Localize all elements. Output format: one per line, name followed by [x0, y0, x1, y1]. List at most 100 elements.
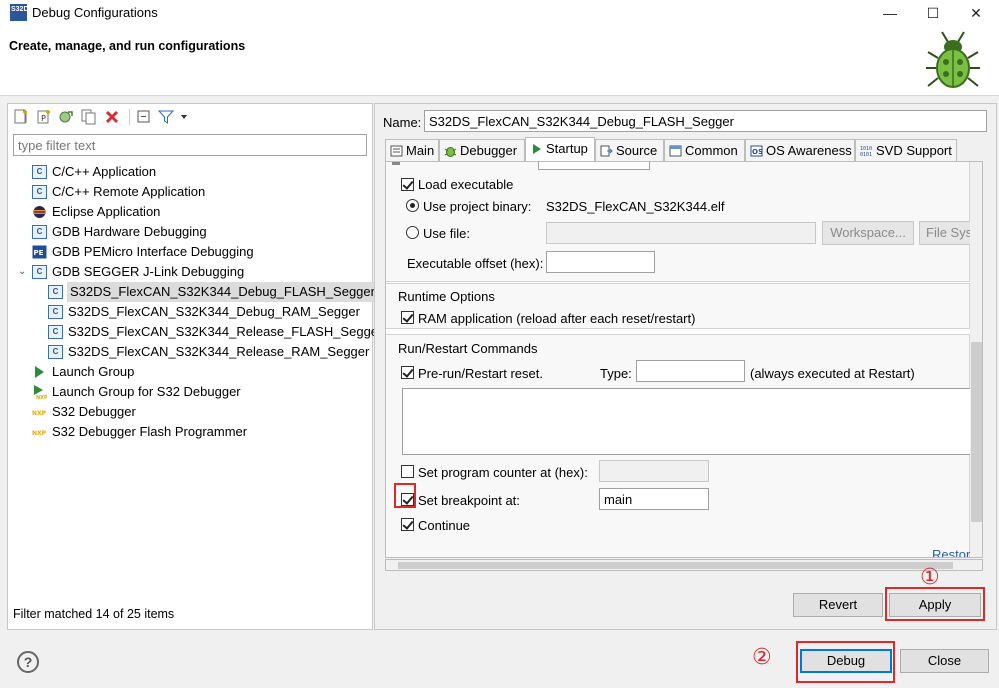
configuration-editor-pane: Name: Main Debugger Startup Source Commo… — [374, 103, 997, 630]
set-breakpoint-label: Set breakpoint at: — [418, 493, 520, 508]
use-file-label: Use file: — [423, 226, 470, 241]
horizontal-scrollbar[interactable] — [385, 559, 983, 571]
tree-item-label: GDB SEGGER J-Link Debugging — [52, 264, 245, 279]
svg-text:OS: OS — [752, 148, 763, 156]
duplicate-config-icon[interactable] — [81, 109, 97, 125]
use-file-field[interactable] — [546, 222, 816, 244]
tab-source[interactable]: Source — [595, 139, 664, 161]
common-tab-icon — [669, 145, 682, 157]
vertical-scrollbar[interactable] — [970, 162, 982, 557]
svg-text:NXP: NXP — [32, 430, 47, 437]
startup-tab-icon — [533, 144, 541, 154]
restore-defaults-link[interactable]: Restore defaults — [932, 547, 970, 557]
tree-item-label: Eclipse Application — [52, 204, 161, 219]
configuration-tree-pane: P C C/C++ Application C C/C++ Remote Applic… — [7, 103, 382, 630]
project-binary-value: S32DS_FlexCAN_S32K344.elf — [546, 199, 725, 214]
c-config-icon: C — [48, 285, 63, 299]
ram-application-checkbox[interactable] — [401, 311, 414, 324]
runtime-options-title: Runtime Options — [398, 289, 495, 304]
header-banner: Create, manage, and run configurations — [0, 26, 999, 96]
tab-svd-support[interactable]: 1010 0101 SVD Support — [855, 139, 957, 161]
tab-debugger[interactable]: Debugger — [439, 139, 525, 161]
launch-group-nxp-icon: NXP — [32, 385, 48, 401]
c-config-icon: C — [32, 265, 47, 279]
svg-text:0101: 0101 — [860, 152, 872, 157]
tree-item-label: S32DS_FlexCAN_S32K344_Release_FLASH_Segg… — [68, 324, 383, 339]
scrolled-field — [538, 162, 650, 170]
title-bar: S32DS Debug Configurations — ☐ ✕ — [0, 0, 999, 26]
breakpoint-field[interactable] — [599, 488, 709, 510]
tab-label: SVD Support — [876, 143, 952, 158]
minimize-button[interactable]: — — [880, 3, 900, 23]
delete-config-icon[interactable] — [104, 109, 120, 125]
tab-label: Startup — [546, 141, 588, 156]
tree-item-label: Launch Group — [52, 364, 135, 379]
tab-os-awareness[interactable]: OS OS Awareness — [745, 139, 855, 161]
help-icon[interactable]: ? — [17, 651, 39, 673]
svg-text:NXP: NXP — [32, 410, 47, 417]
executable-offset-label: Executable offset (hex): — [407, 256, 544, 271]
scroll-thumb[interactable] — [971, 342, 982, 522]
continue-checkbox[interactable] — [401, 518, 414, 531]
c-config-icon: C — [32, 225, 47, 239]
tab-main[interactable]: Main — [385, 139, 439, 161]
apply-highlight — [885, 587, 985, 621]
collapse-all-icon[interactable] — [136, 109, 152, 125]
c-config-icon: C — [48, 305, 63, 319]
filter-status: Filter matched 14 of 25 items — [13, 607, 175, 621]
svd-support-tab-icon: 10100101 — [860, 146, 872, 157]
svg-text:PE: PE — [34, 249, 44, 257]
debug-bug-icon — [926, 31, 980, 88]
prerun-reset-checkbox[interactable] — [401, 366, 414, 379]
tab-common[interactable]: Common — [664, 139, 745, 161]
close-button[interactable]: Close — [900, 649, 989, 673]
debugger-tab-icon — [444, 147, 457, 157]
expand-chevron-icon[interactable]: ⌄ — [18, 262, 26, 282]
new-config-icon[interactable] — [13, 109, 29, 125]
executable-offset-field[interactable] — [546, 251, 655, 273]
init-commands-textarea[interactable] — [402, 388, 972, 455]
tree-item-label: GDB Hardware Debugging — [52, 224, 207, 239]
set-pc-field[interactable] — [599, 460, 709, 482]
c-config-icon: C — [32, 165, 47, 179]
tab-label: Source — [616, 143, 658, 158]
close-window-button[interactable]: ✕ — [966, 3, 986, 23]
tab-startup[interactable]: Startup — [525, 137, 595, 161]
os-awareness-tab-icon: OS — [750, 145, 763, 157]
tree-item-label: S32DS_FlexCAN_S32K344_Debug_RAM_Segger — [68, 304, 360, 319]
tree-toolbar: P — [8, 104, 372, 130]
set-pc-checkbox[interactable] — [401, 465, 414, 478]
breakpoint-highlight — [394, 483, 416, 508]
maximize-button[interactable]: ☐ — [923, 3, 943, 23]
scroll-thumb[interactable] — [398, 562, 953, 569]
tree-item-label: C/C++ Application — [52, 164, 157, 179]
run-restart-title: Run/Restart Commands — [398, 341, 538, 356]
new-prototype-icon[interactable]: P — [36, 109, 52, 125]
reset-type-field[interactable] — [636, 360, 745, 382]
source-tab-icon — [600, 145, 613, 157]
name-field[interactable] — [424, 110, 987, 132]
tab-label: Debugger — [460, 143, 518, 158]
use-file-radio[interactable] — [406, 226, 419, 239]
toolbar-separator — [129, 109, 130, 125]
ram-application-label: RAM application (reload after each reset… — [418, 311, 696, 326]
tab-bar: Main Debugger Startup Source Common OS O… — [385, 137, 983, 161]
revert-button[interactable]: Revert — [793, 593, 883, 617]
continue-label: Continue — [418, 518, 471, 533]
export-config-icon[interactable] — [58, 109, 74, 125]
scrolled-control — [392, 162, 400, 165]
startup-panel: Load executable Use project binary: S32D… — [385, 161, 983, 558]
launch-group-icon — [32, 365, 47, 379]
workspace-button[interactable]: Workspace... — [822, 221, 914, 245]
tree-item-label: S32 Debugger — [52, 404, 136, 419]
step-one-marker: ① — [920, 565, 940, 590]
eclipse-icon — [32, 205, 47, 219]
load-executable-checkbox[interactable] — [401, 178, 414, 191]
filter-input[interactable] — [13, 134, 367, 156]
tree-item-label: S32DS_FlexCAN_S32K344_Debug_FLASH_Segger — [67, 282, 378, 302]
view-menu-icon[interactable] — [179, 109, 189, 125]
tree-item-label: GDB PEMicro Interface Debugging — [52, 244, 254, 259]
use-project-binary-radio[interactable] — [406, 199, 419, 212]
filter-icon[interactable] — [158, 109, 174, 125]
name-label: Name: — [383, 115, 422, 130]
